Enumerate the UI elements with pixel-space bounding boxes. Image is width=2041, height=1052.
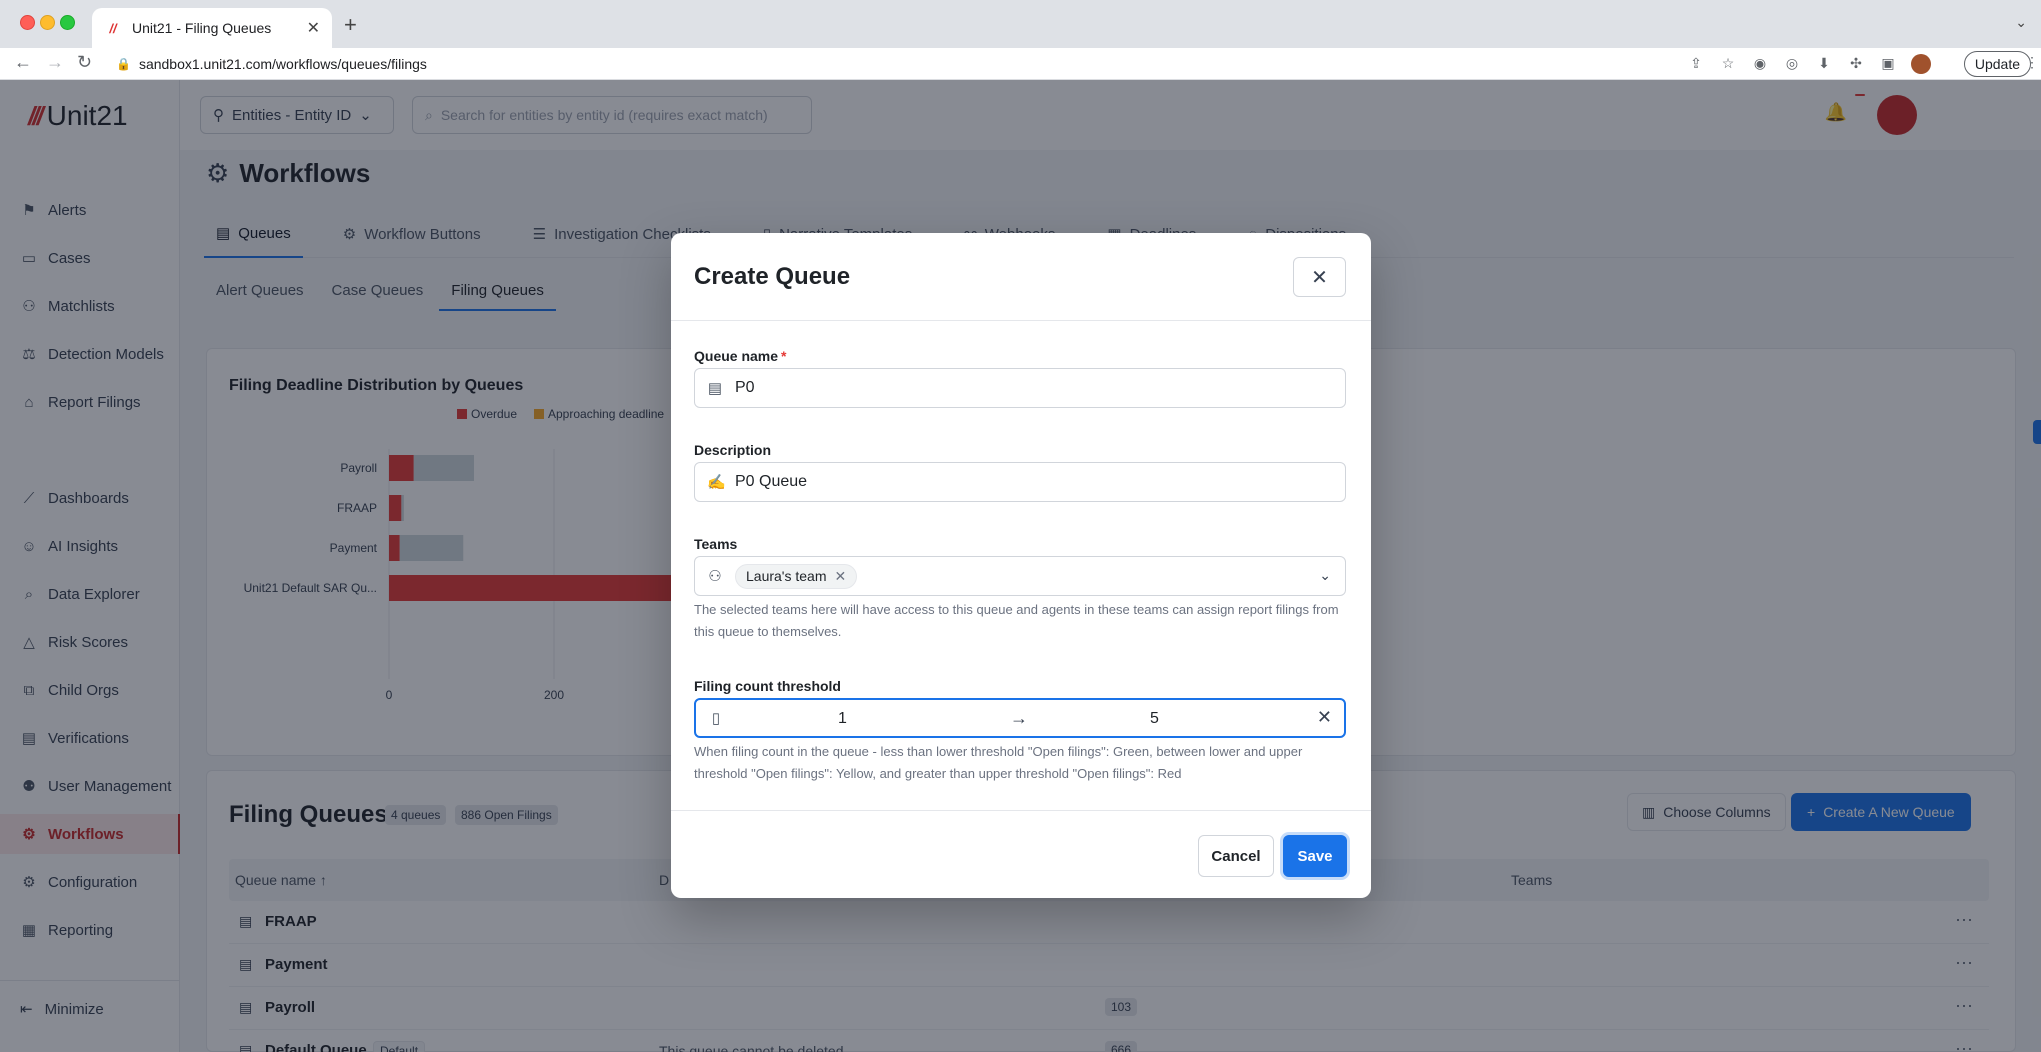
download-icon[interactable]: ⬇ [1815,54,1833,72]
window-minimize-button[interactable] [40,15,55,30]
modal-footer-divider [671,810,1371,811]
description-input[interactable]: ✍ P0 Queue [694,462,1346,502]
team-chip: Laura's team ✕ [735,563,858,589]
window-close-button[interactable] [20,15,35,30]
arrow-right-icon: → [1010,708,1028,728]
tab-close-icon[interactable]: ✕ [307,18,320,38]
update-button[interactable]: Update [1963,51,2031,77]
remove-chip-icon[interactable]: ✕ [835,568,847,585]
threshold-label: Filing count threshold [694,678,841,694]
url-text: sandbox1.unit21.com/workflows/queues/fil… [138,56,427,72]
lower-threshold-value[interactable]: 1 [838,710,847,728]
extension-circle-icon[interactable]: ◎ [1783,54,1801,72]
new-tab-icon[interactable]: + [344,12,357,38]
modal-header-divider [671,320,1371,321]
queue-name-value: P0 [735,379,755,396]
clear-threshold-icon[interactable]: ✕ [1317,707,1332,728]
create-queue-modal: Create Queue ✕ Queue name * ▤ P0 Descript… [671,233,1371,898]
teams-multiselect[interactable]: ⚇ Laura's team ✕ ⌄ [694,556,1346,596]
queue-name-label-text: Queue name [694,348,779,364]
filing-count-threshold-input[interactable]: ▯ 1 → 5 ✕ [694,698,1346,738]
tab-search-chevron-icon[interactable]: ⌄ [2015,14,2027,31]
clipboard-icon: ▤ [707,380,723,397]
modal-close-button[interactable]: ✕ [1293,257,1346,297]
cancel-button[interactable]: Cancel [1198,835,1274,877]
profile-avatar[interactable] [1911,54,1931,74]
teams-label: Teams [694,536,738,552]
browser-tab[interactable]: // Unit21 - Filing Queues ✕ [92,8,332,48]
forward-arrow-icon[interactable]: → [46,52,64,73]
required-asterisk: * [781,348,787,364]
sidepanel-icon[interactable]: ▣ [1879,54,1897,72]
queue-name-label: Queue name * [694,348,786,364]
threshold-help-text: When filing count in the queue - less th… [694,744,1303,781]
chevron-down-icon[interactable]: ⌄ [1319,567,1331,584]
browser-tab-bar: // Unit21 - Filing Queues ✕ + ⌄ [0,0,2041,48]
signature-icon: ✍ [707,474,726,491]
browser-tab-title: Unit21 - Filing Queues [132,20,272,36]
share-icon[interactable]: ⇪ [1687,54,1705,72]
description-value: P0 Queue [735,473,808,490]
queue-name-input[interactable]: ▤ P0 [694,368,1346,408]
modal-title: Create Queue [694,263,851,290]
bookmark-star-icon[interactable]: ☆ [1719,54,1737,72]
url-omnibox[interactable]: 🔒 sandbox1.unit21.com/workflows/queues/f… [108,51,1658,77]
users-icon: ⚇ [708,568,722,585]
upper-threshold-value[interactable]: 5 [1150,710,1159,728]
browser-menu-icon[interactable]: ⋮ [2025,54,2039,71]
teams-help-text: The selected teams here will have access… [694,602,1339,639]
close-icon: ✕ [1311,266,1328,289]
save-button[interactable]: Save [1283,835,1347,877]
lock-icon: 🔒 [116,57,131,71]
window-maximize-button[interactable] [60,15,75,30]
thermometer-icon: ▯ [711,710,721,727]
extension-g-icon[interactable]: ◉ [1751,54,1769,72]
puzzle-extensions-icon[interactable]: ✣ [1847,54,1865,72]
unit21-favicon-icon: // [109,20,117,36]
reload-icon[interactable]: ↻ [77,52,92,73]
address-bar: ← → ↻ 🔒 sandbox1.unit21.com/workflows/qu… [0,48,2041,80]
back-arrow-icon[interactable]: ← [14,52,32,73]
description-label: Description [694,442,772,458]
team-chip-label: Laura's team [746,568,827,584]
